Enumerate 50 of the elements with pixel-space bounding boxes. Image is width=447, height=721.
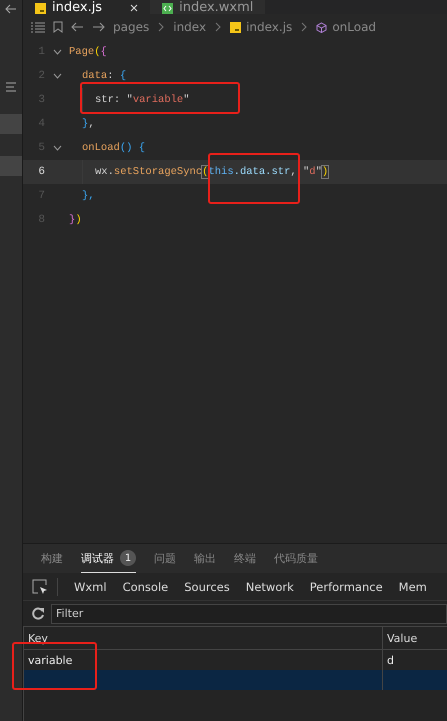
bookmark-icon[interactable] xyxy=(53,21,63,33)
chevron-down-icon[interactable] xyxy=(52,49,62,55)
code-line: onLoad() { xyxy=(82,142,146,154)
inspect-cursor-icon[interactable] xyxy=(32,578,48,594)
chevron-down-icon[interactable] xyxy=(52,145,62,151)
code-line: data: { xyxy=(82,70,126,82)
column-header[interactable]: Value xyxy=(382,627,447,650)
devtools-tab[interactable]: Wxml xyxy=(66,580,115,594)
back-arrow-icon[interactable] xyxy=(5,4,17,14)
devtools-tab[interactable]: Network xyxy=(238,580,302,594)
devtools-tab[interactable]: Mem xyxy=(390,580,435,594)
key-cell: variable xyxy=(28,654,72,666)
panel-tab[interactable]: 代码质量 xyxy=(274,544,318,572)
code-file-icon xyxy=(162,3,174,14)
panel-tab[interactable]: 输出 xyxy=(194,544,216,572)
js-file-icon xyxy=(230,22,242,32)
chevron-down-icon[interactable] xyxy=(52,73,62,79)
close-icon[interactable] xyxy=(130,4,138,12)
chevron-right-icon xyxy=(157,22,166,32)
code-line: Page({ xyxy=(69,46,107,58)
panel-tab[interactable]: 问题 xyxy=(154,544,176,572)
chevron-right-icon xyxy=(214,22,222,32)
panel-tab[interactable]: 终端 xyxy=(234,544,256,572)
value-cell: d xyxy=(387,654,394,666)
code-line: }, xyxy=(82,190,95,202)
code-line: }, xyxy=(82,118,95,130)
list-icon[interactable] xyxy=(5,82,17,92)
count-badge: 1 xyxy=(120,550,136,566)
table-row[interactable] xyxy=(24,670,447,690)
breadcrumb-item[interactable]: index.js xyxy=(246,20,292,34)
forward-arrow-icon[interactable] xyxy=(92,22,105,32)
devtools-tab[interactable]: Console xyxy=(114,580,176,594)
file-tab[interactable]: index.wxml xyxy=(150,0,266,14)
devtools-tab[interactable]: Sources xyxy=(176,580,238,594)
filter-field[interactable]: Filter xyxy=(51,604,447,624)
code-line: str: "variable" xyxy=(95,94,190,106)
devtools-tab[interactable]: Performance xyxy=(302,580,391,594)
panel-tab[interactable]: 构建 xyxy=(41,544,63,572)
code-line: }) xyxy=(69,214,82,226)
cube-icon xyxy=(316,22,328,32)
code-line: wx.setStorageSync(this.data.str, "d") xyxy=(95,166,328,178)
breadcrumb-item[interactable]: onLoad xyxy=(332,20,376,34)
outline-icon[interactable] xyxy=(31,22,45,32)
line-number: 6 xyxy=(37,166,45,178)
back-arrow-icon[interactable] xyxy=(71,22,84,32)
refresh-icon[interactable] xyxy=(31,606,45,620)
breadcrumb-item[interactable]: pages xyxy=(113,20,150,34)
chevron-right-icon xyxy=(300,22,308,32)
js-file-icon xyxy=(35,3,46,14)
breadcrumb-item[interactable]: index xyxy=(173,20,206,34)
